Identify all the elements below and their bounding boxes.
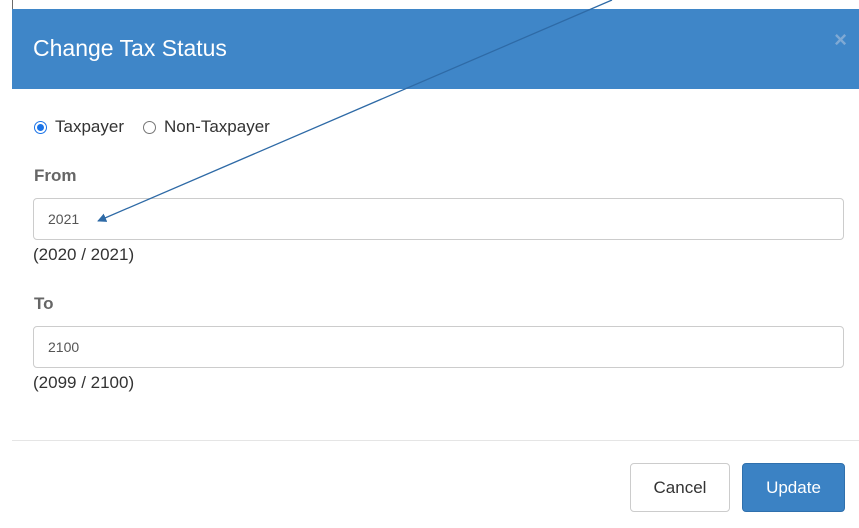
non-taxpayer-radio[interactable] [142, 120, 156, 134]
taxpayer-radio[interactable] [34, 120, 47, 134]
to-year-input[interactable] [33, 326, 844, 368]
tax-status-radio-group: Taxpayer Non-Taxpayer [34, 117, 289, 137]
footer-divider [12, 440, 859, 441]
to-label: To [34, 294, 54, 313]
taxpayer-radio-label[interactable]: Taxpayer [55, 117, 124, 137]
change-tax-status-dialog: Change Tax Status × Taxpayer Non-Taxpaye… [12, 9, 859, 528]
from-year-input[interactable] [33, 198, 844, 240]
to-hint: (2099 / 2100) [33, 373, 135, 392]
screenshot: Change Tax Status × Taxpayer Non-Taxpaye… [0, 0, 859, 528]
from-label: From [34, 166, 77, 185]
from-hint: (2020 / 2021) [33, 245, 135, 264]
close-icon[interactable]: × [834, 29, 847, 51]
non-taxpayer-radio-label[interactable]: Non-Taxpayer [164, 117, 270, 137]
dialog-title: Change Tax Status [33, 35, 227, 61]
cancel-button[interactable]: Cancel [630, 463, 730, 512]
dialog-header: Change Tax Status × [12, 9, 859, 89]
update-button[interactable]: Update [742, 463, 845, 512]
